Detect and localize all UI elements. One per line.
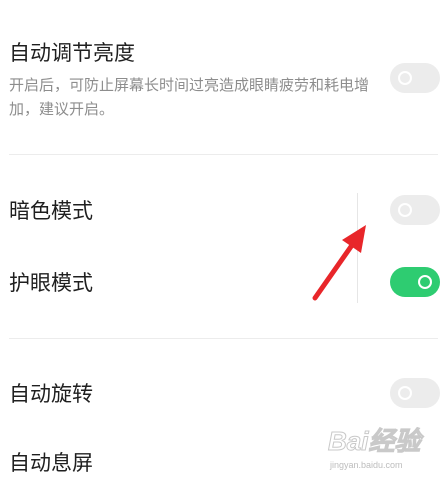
toggle-knob	[398, 203, 412, 217]
auto-brightness-description: 开启后，可防止屏幕长时间过亮造成眼睛疲劳和耗电增加，建议开启。	[9, 76, 370, 118]
toggle-knob	[398, 386, 412, 400]
arrow-head	[342, 225, 366, 253]
auto-brightness-toggle[interactable]	[390, 63, 440, 93]
watermark-logo-text: Bai经验	[328, 426, 424, 456]
arrow-shaft	[312, 235, 360, 301]
divider	[9, 154, 438, 155]
auto-rotate-title: 自动旋转	[9, 382, 93, 406]
baidu-watermark-logo: Bai经验 jingyan.baidu.com	[328, 426, 425, 471]
eye-protection-title: 护眼模式	[9, 271, 93, 295]
dark-mode-title: 暗色模式	[9, 199, 93, 223]
auto-screen-off-title: 自动息屏	[9, 451, 93, 475]
watermark-url: jingyan.baidu.com	[329, 460, 403, 470]
auto-brightness-title: 自动调节亮度	[9, 41, 135, 65]
toggle-knob	[418, 275, 432, 289]
toggle-knob	[398, 71, 412, 85]
divider	[9, 338, 438, 339]
dark-mode-toggle[interactable]	[390, 195, 440, 225]
auto-rotate-toggle[interactable]	[390, 378, 440, 408]
eye-protection-toggle[interactable]	[390, 267, 440, 297]
red-arrow-annotation	[312, 225, 366, 301]
